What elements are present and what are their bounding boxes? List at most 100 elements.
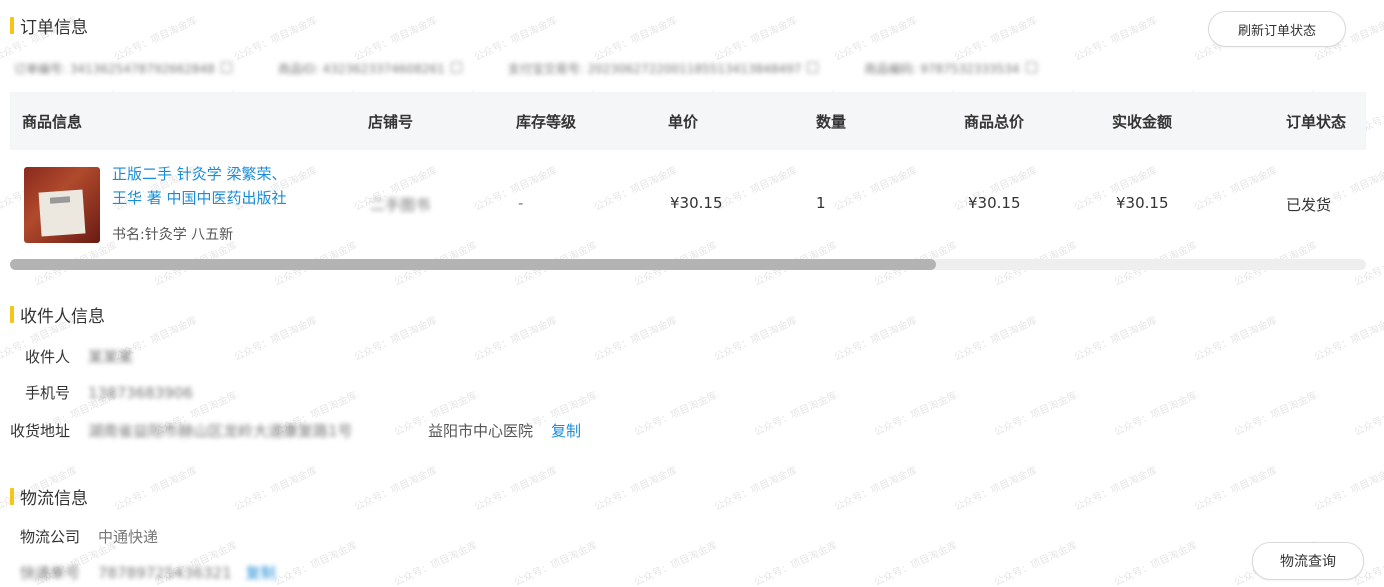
watermark-text: 公众号：项目淘金库	[352, 15, 439, 64]
logistics-tracking-value: 78789725436321	[98, 563, 232, 582]
accent-bar	[10, 17, 14, 34]
watermark-text: 公众号：项目淘金库	[1072, 465, 1159, 514]
logistics-company-label: 物流公司	[20, 528, 81, 546]
watermark-text: 公众号：项目淘金库	[592, 315, 679, 364]
watermark-text: 公众号：项目淘金库	[1192, 465, 1279, 514]
status-cell: 已发货	[1286, 196, 1332, 214]
unit-price-cell: ¥30.15	[670, 194, 723, 212]
copy-address-link[interactable]: 复制	[551, 420, 581, 441]
table-row: 正版二手 针灸学 梁繁荣、 王华 著 中国中医药出版社 书名:针灸学 八五新 二…	[10, 150, 1366, 258]
watermark-text: 公众号：项目淘金库	[1352, 390, 1384, 439]
watermark-text: 公众号：项目淘金库	[1312, 465, 1384, 514]
watermark-text: 公众号：项目淘金库	[992, 390, 1079, 439]
logistics-query-button[interactable]: 物流查询	[1252, 542, 1364, 580]
product-subtitle: 书名:针灸学 八五新	[112, 227, 234, 243]
recipient-phone-label: 手机号	[24, 384, 70, 402]
order-meta-row: 订单编号: 3413625478792662848 商品ID: 43236233…	[14, 60, 1083, 77]
watermark-text: 公众号：项目淘金库	[392, 540, 479, 587]
watermark-text: 公众号：项目淘金库	[872, 540, 959, 587]
column-header-unit-price: 单价	[668, 112, 699, 131]
column-header-product: 商品信息	[22, 112, 83, 131]
watermark-text: 公众号：项目淘金库	[1232, 390, 1319, 439]
recipient-name-row: 收件人 某某某	[0, 346, 133, 367]
recipient-phone-row: 手机号 13873683906	[0, 382, 193, 403]
recipient-section-title: 收件人信息	[10, 302, 105, 327]
logistics-tracking-row: 快递单号 78789725436321 复制	[20, 562, 276, 583]
watermark-text: 公众号：项目淘金库	[952, 315, 1039, 364]
watermark-text: 公众号：项目淘金库	[472, 315, 559, 364]
watermark-text: 公众号：项目淘金库	[832, 315, 919, 364]
order-meta-item: 支付宝交易号: 2023062722001185513413848497	[508, 60, 819, 77]
stock-level-cell: -	[518, 194, 524, 212]
watermark-text: 公众号：项目淘金库	[472, 15, 559, 64]
watermark-text: 公众号：项目淘金库	[992, 540, 1079, 587]
order-meta-item: 商品编码: 9787532333534	[864, 60, 1037, 77]
order-meta-item: 订单编号: 3413625478792662848	[14, 60, 232, 77]
watermark-text: 公众号：项目淘金库	[952, 15, 1039, 64]
watermark-text: 公众号：项目淘金库	[632, 390, 719, 439]
watermark-text: 公众号：项目淘金库	[712, 15, 799, 64]
logistics-tracking-label: 快递单号	[20, 564, 81, 582]
logistics-title-text: 物流信息	[20, 489, 88, 509]
watermark-text: 公众号：项目淘金库	[272, 540, 359, 587]
horizontal-scrollbar[interactable]	[10, 259, 1366, 270]
watermark-text: 公众号：项目淘金库	[512, 540, 599, 587]
watermark-text: 公众号：项目淘金库	[712, 465, 799, 514]
quantity-cell: 1	[816, 194, 826, 212]
column-header-quantity: 数量	[816, 112, 847, 131]
recipient-name-value: 某某某	[88, 348, 134, 366]
order-section-title: 订单信息	[10, 13, 88, 38]
received-cell: ¥30.15	[1116, 194, 1169, 212]
watermark-text: 公众号：项目淘金库	[352, 315, 439, 364]
watermark-text: 公众号：项目淘金库	[232, 15, 319, 64]
recipient-address-label: 收货地址	[9, 422, 70, 440]
copy-tracking-link[interactable]: 复制	[246, 562, 276, 583]
watermark-text: 公众号：项目淘金库	[832, 15, 919, 64]
refresh-order-status-button[interactable]: 刷新订单状态	[1208, 11, 1346, 47]
watermark-text: 公众号：项目淘金库	[832, 465, 919, 514]
watermark-text: 公众号：项目淘金库	[1192, 315, 1279, 364]
recipient-address-visible: 益阳市中心医院	[428, 422, 534, 440]
watermark-text: 公众号：项目淘金库	[592, 465, 679, 514]
watermark-layer: 公众号：项目淘金库 公众号：项目淘金库 公众号：项目淘金库 公众号：项目淘金库 公众号：…	[0, 0, 1384, 587]
watermark-text: 公众号：项目淘金库	[472, 465, 559, 514]
logistics-company-value: 中通快递	[98, 528, 159, 546]
column-header-status: 订单状态	[1286, 112, 1347, 131]
logistics-company-row: 物流公司 中通快递	[20, 526, 158, 547]
scrollbar-thumb[interactable]	[10, 259, 936, 270]
watermark-text: 公众号：项目淘金库	[1312, 315, 1384, 364]
recipient-title-text: 收件人信息	[20, 307, 105, 327]
watermark-text: 公众号：项目淘金库	[752, 390, 839, 439]
logistics-section-title: 物流信息	[10, 484, 88, 509]
total-price-cell: ¥30.15	[968, 194, 1021, 212]
column-header-stock-level: 库存等级	[516, 112, 577, 131]
watermark-text: 公众号：项目淘金库	[232, 315, 319, 364]
order-meta-item: 商品ID: 4323623374608261	[278, 60, 462, 77]
watermark-text: 公众号：项目淘金库	[112, 465, 199, 514]
watermark-text: 公众号：项目淘金库	[712, 315, 799, 364]
watermark-text: 公众号：项目淘金库	[592, 15, 679, 64]
watermark-text: 公众号：项目淘金库	[1072, 15, 1159, 64]
watermark-text: 公众号：项目淘金库	[1112, 540, 1199, 587]
recipient-address-hidden: 湖南省益阳市赫山区龙岭大道康复路1号	[88, 422, 353, 440]
column-header-total-price: 商品总价	[964, 112, 1025, 131]
watermark-text: 公众号：项目淘金库	[1072, 315, 1159, 364]
watermark-text: 公众号：项目淘金库	[632, 540, 719, 587]
watermark-text: 公众号：项目淘金库	[952, 465, 1039, 514]
recipient-name-label: 收件人	[24, 348, 70, 366]
accent-bar	[10, 488, 14, 505]
product-thumbnail[interactable]	[24, 167, 100, 243]
recipient-address-row: 收货地址 湖南省益阳市赫山区龙岭大道康复路1号 益阳市中心医院 复制	[0, 420, 581, 441]
watermark-text: 公众号：项目淘金库	[112, 15, 199, 64]
accent-bar	[10, 306, 14, 323]
watermark-text: 公众号：项目淘金库	[1112, 390, 1199, 439]
order-table-header: 商品信息 店铺号 库存等级 单价 数量 商品总价 实收金额 订单状态	[10, 92, 1366, 150]
recipient-phone-value: 13873683906	[88, 383, 193, 402]
watermark-text: 公众号：项目淘金库	[752, 540, 839, 587]
product-title-link[interactable]: 正版二手 针灸学 梁繁荣、 王华 著 中国中医药出版社	[112, 162, 322, 210]
column-header-shop: 店铺号	[368, 112, 414, 131]
watermark-text: 公众号：项目淘金库	[352, 465, 439, 514]
shop-cell: 二手图书	[370, 196, 431, 214]
watermark-text: 公众号：项目淘金库	[872, 390, 959, 439]
watermark-text: 公众号：项目淘金库	[232, 465, 319, 514]
